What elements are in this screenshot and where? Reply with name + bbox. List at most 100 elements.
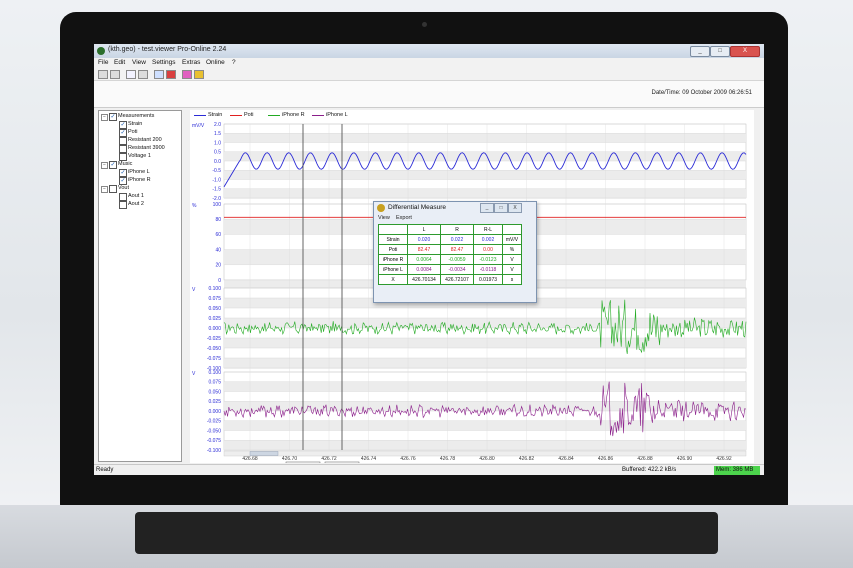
value-rl: 0.01973 (473, 274, 503, 285)
grid-band (224, 440, 746, 450)
copy-icon[interactable] (126, 70, 136, 79)
tree-aout-1[interactable]: Aout 1 (128, 193, 144, 199)
dialog-title: Differential Measure (388, 204, 447, 211)
x-tick-label: 426.76 (400, 456, 416, 462)
y-tick-label: 1.5 (214, 131, 221, 137)
dialog-maximize-button[interactable]: □ (494, 203, 508, 213)
window-title: (kth.geo) - test.viewer Pro-Online 2.24 (108, 46, 227, 53)
y-tick-label: -0.075 (207, 438, 221, 444)
y-tick-label: 80 (215, 217, 221, 223)
checkbox-aout-1[interactable] (119, 193, 127, 201)
y-tick-label: 40 (215, 247, 221, 253)
value-r: -0.0034 (440, 264, 474, 275)
x-tick-label: 426.74 (361, 456, 377, 462)
menu-online[interactable]: Online (206, 59, 225, 66)
y-tick-label: -0.050 (207, 346, 221, 352)
tree-iphone-r[interactable]: iPhone R (128, 177, 151, 183)
tree-music[interactable]: Music (118, 161, 132, 167)
value-rl: 0.00 (473, 244, 503, 255)
pin-icon[interactable] (194, 70, 204, 79)
status-ready: Ready (96, 467, 114, 473)
checkbox-vout[interactable] (109, 185, 117, 193)
y-tick-label: 0.050 (208, 389, 221, 395)
menu-settings[interactable]: Settings (152, 59, 176, 66)
x-tick-label: 426.68 (242, 456, 258, 462)
tree-resistant-200[interactable]: Resistant 200 (128, 137, 162, 143)
table-row: iPhone L 0.0084 -0.0034 -0.0118 V (378, 264, 522, 275)
checkbox-strain[interactable]: ✓ (119, 121, 127, 129)
checkbox-iphone-r[interactable]: ✓ (119, 177, 127, 185)
value-r: 426.72107 (440, 274, 474, 285)
dialog-minimize-button[interactable]: _ (480, 203, 494, 213)
y-tick-label: 2.0 (214, 122, 221, 128)
chart-icon[interactable] (166, 70, 176, 79)
grid-band (224, 188, 746, 198)
header-cell (502, 224, 522, 235)
dialog-close-button[interactable]: X (508, 203, 522, 213)
close-button[interactable]: X (730, 46, 760, 57)
x-tick-label: 426.72 (321, 456, 337, 462)
menu-view[interactable]: View (132, 59, 146, 66)
y-tick-label: 0.000 (208, 409, 221, 415)
menu-file[interactable]: File (98, 59, 108, 66)
tree-iphone-l[interactable]: iPhone L (128, 169, 150, 175)
tree-aout-2[interactable]: Aout 2 (128, 201, 144, 207)
open-icon[interactable] (98, 70, 108, 79)
y-tick-label: 1.0 (214, 140, 221, 146)
menu-edit[interactable]: Edit (114, 59, 125, 66)
tree-strain[interactable]: Strain (128, 121, 142, 127)
tree-resistant-3900[interactable]: Resistant 3900 (128, 145, 165, 151)
tree-voltage-1[interactable]: Voltage 1 (128, 153, 151, 159)
header-cell: R (440, 224, 474, 235)
save-icon[interactable] (110, 70, 120, 79)
checkbox-measurements[interactable]: ✓ (109, 113, 117, 121)
value-l: 426.70134 (407, 274, 441, 285)
y-unit-label: mV/V (192, 123, 205, 129)
x-tick-label: 426.80 (479, 456, 495, 462)
y-tick-label: -1.0 (212, 177, 221, 183)
menu-extras[interactable]: Extras (182, 59, 200, 66)
collapse-icon[interactable]: − (101, 114, 108, 121)
checkbox-iphone-l[interactable]: ✓ (119, 169, 127, 177)
checkbox-aout-2[interactable] (119, 201, 127, 209)
grid-icon[interactable] (154, 70, 164, 79)
collapse-icon[interactable]: − (101, 162, 108, 169)
checkbox-resistant-3900[interactable] (119, 145, 127, 153)
header-cell: R-L (473, 224, 503, 235)
y-tick-label: -0.050 (207, 428, 221, 434)
maximize-button[interactable]: □ (710, 46, 730, 57)
tree-poti[interactable]: Poti (128, 129, 137, 135)
row-unit: % (502, 244, 522, 255)
row-name: iPhone R (378, 254, 408, 265)
row-unit: s (502, 274, 522, 285)
checkbox-voltage-1[interactable] (119, 153, 127, 161)
tree-measurements[interactable]: Measurements (118, 113, 154, 119)
y-tick-label: 0.0 (214, 159, 221, 165)
checkbox-music[interactable]: ✓ (109, 161, 117, 169)
erase-icon[interactable] (182, 70, 192, 79)
y-tick-label: 0.075 (208, 296, 221, 302)
y-tick-label: 0.5 (214, 150, 221, 156)
y-tick-label: -0.075 (207, 356, 221, 362)
collapse-icon[interactable]: − (101, 186, 108, 193)
checkbox-resistant-200[interactable] (119, 137, 127, 145)
status-buffered: Buffered: 422.2 kB/s (622, 467, 677, 473)
minimize-button[interactable]: _ (690, 46, 710, 57)
table-row: iPhone R 0.0064 -0.0059 -0.0123 V (378, 254, 522, 265)
grid-band (224, 358, 746, 368)
y-tick-label: 0.100 (208, 370, 221, 376)
print-icon[interactable] (138, 70, 148, 79)
table-row: X 426.70134 426.72107 0.01973 s (378, 274, 522, 285)
dialog-menu-view[interactable]: View (378, 215, 390, 221)
y-tick-label: -0.025 (207, 336, 221, 342)
tree-vout[interactable]: Vout (118, 185, 129, 191)
y-tick-label: -1.5 (212, 187, 221, 193)
dialog-menu-export[interactable]: Export (396, 215, 412, 221)
keyboard-keys (135, 512, 718, 554)
checkbox-poti[interactable]: ✓ (119, 129, 127, 137)
y-unit-label: V (192, 371, 196, 377)
row-name: Strain (378, 234, 408, 245)
grid-band (224, 420, 746, 431)
channel-tree: − ✓ Measurements ✓ Strain ✓ Poti Resista… (98, 110, 182, 462)
menu-help[interactable]: ? (232, 59, 236, 66)
